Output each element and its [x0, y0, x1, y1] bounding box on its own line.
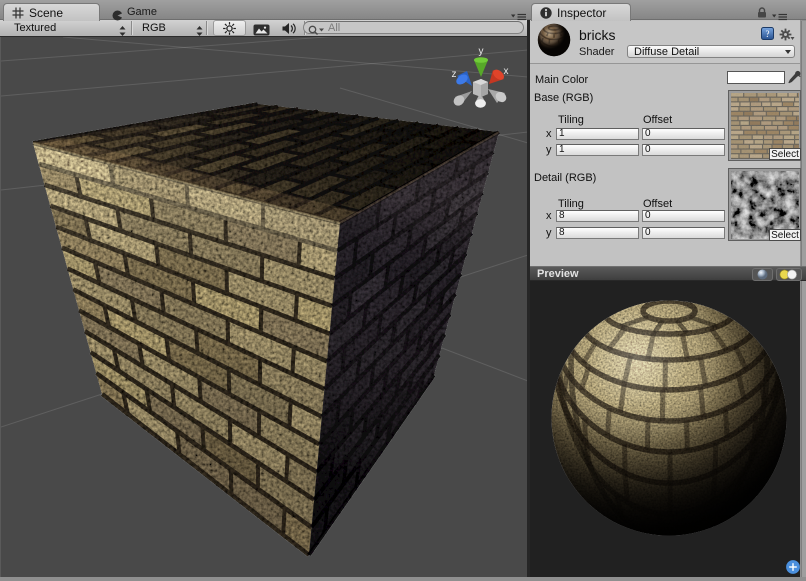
- svg-text:x: x: [504, 66, 509, 77]
- svg-text:z: z: [452, 69, 457, 80]
- svg-text:y: y: [479, 46, 484, 57]
- svg-text:?: ?: [766, 29, 770, 39]
